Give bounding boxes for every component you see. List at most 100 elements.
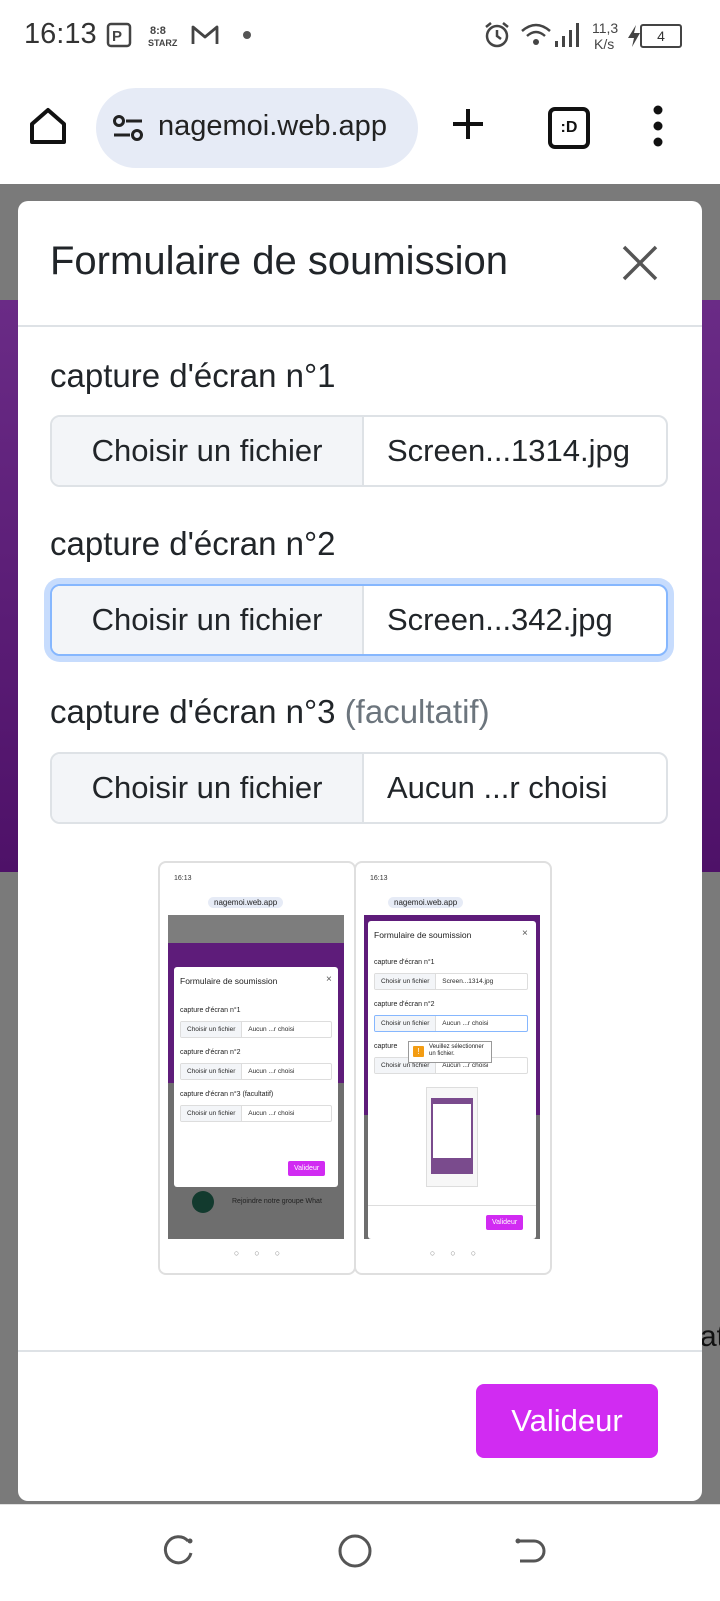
preview1-close: × xyxy=(326,974,332,985)
preview1-submit: Valideur xyxy=(288,1161,326,1176)
preview2-page: Formulaire de soumission × capture d'écr… xyxy=(364,915,540,1239)
preview2-label-1: capture d'écran n°1 xyxy=(374,959,435,966)
preview2-btn-1: Choisir un fichier xyxy=(375,974,437,989)
alarm-icon xyxy=(485,22,509,48)
home-nav-icon[interactable] xyxy=(336,1532,374,1570)
preview1-file-1: Aucun ...r choisi xyxy=(248,1026,295,1033)
url-text: nagemoi.web.app xyxy=(158,110,387,142)
preview1-file-2: Aucun ...r choisi xyxy=(248,1068,295,1075)
submission-modal: Formulaire de soumission capture d'écran… xyxy=(18,201,702,1501)
home-icon[interactable] xyxy=(26,104,70,148)
preview2-footer-divider xyxy=(368,1205,536,1206)
svg-text:STARZ: STARZ xyxy=(148,38,178,48)
recent-apps-icon[interactable] xyxy=(160,1533,196,1569)
notification-dot-icon xyxy=(243,31,251,39)
browser-toolbar: nagemoi.web.app :D xyxy=(0,72,720,184)
preview2-time: 16:13 xyxy=(370,875,388,882)
preview2-nested-modal xyxy=(433,1104,471,1158)
page-side-text: at xyxy=(700,1320,720,1353)
address-bar[interactable]: nagemoi.web.app xyxy=(96,88,418,168)
preview2-modal: Formulaire de soumission × capture d'écr… xyxy=(368,921,536,1239)
network-speed-unit: K/s xyxy=(594,36,615,52)
field-label-2-text: capture d'écran n°2 xyxy=(50,525,336,562)
preview-image-2: 16:13 nagemoi.web.app Formulaire de soum… xyxy=(354,861,552,1275)
choose-file-button-3[interactable]: Choisir un fichier xyxy=(52,754,364,822)
battery-level: 4 xyxy=(657,28,665,44)
system-nav-bar xyxy=(0,1504,720,1601)
modal-footer: Valideur xyxy=(18,1350,702,1501)
new-tab-icon[interactable] xyxy=(450,106,486,142)
submit-button[interactable]: Valideur xyxy=(476,1384,658,1458)
signal-icon xyxy=(555,23,579,47)
file-input-2[interactable]: Choisir un fichier Screen...342.jpg xyxy=(50,584,668,656)
notification-app-icon: P xyxy=(106,22,132,48)
field-label-1: capture d'écran n°1 xyxy=(50,357,336,395)
wifi-icon xyxy=(521,23,551,45)
file-input-3[interactable]: Choisir un fichier Aucun ...r choisi xyxy=(50,752,668,824)
preview2-tooltip-text: Veuillez sélectionner un fichier. xyxy=(429,1044,484,1057)
preview1-modal: Formulaire de soumission × capture d'écr… xyxy=(174,967,338,1187)
back-icon[interactable] xyxy=(512,1533,548,1569)
preview2-input-1: Choisir un fichier Screen...1314.jpg xyxy=(374,973,528,990)
preview1-input-2: Choisir un fichier Aucun ...r choisi xyxy=(180,1063,332,1080)
preview2-tooltip-warning-icon: ! xyxy=(413,1046,424,1057)
preview1-btn-1: Choisir un fichier xyxy=(181,1022,243,1037)
preview2-tooltip: ! Veuillez sélectionner un fichier. xyxy=(408,1041,492,1063)
preview1-page-header xyxy=(168,915,344,943)
preview1-page: Formulaire de soumission × capture d'écr… xyxy=(168,915,344,1239)
file-input-1[interactable]: Choisir un fichier Screen...1314.jpg xyxy=(50,415,668,487)
close-icon[interactable] xyxy=(616,239,664,287)
starz-icon: 8:8 STARZ xyxy=(148,25,178,48)
choose-file-button-1[interactable]: Choisir un fichier xyxy=(52,417,364,485)
status-bar: 16:13 P 8:8 STARZ 11,3 K/s 4 xyxy=(0,0,720,72)
preview1-label-2: capture d'écran n°2 xyxy=(180,1049,241,1056)
preview2-label-3: capture xyxy=(374,1043,398,1050)
modal-header: Formulaire de soumission xyxy=(18,201,702,327)
modal-title: Formulaire de soumission xyxy=(50,239,508,283)
field-label-2: capture d'écran n°2 xyxy=(50,525,336,563)
tab-switcher-label: :D xyxy=(560,119,578,136)
preview2-close: × xyxy=(522,928,528,939)
preview1-file-3: Aucun ...r choisi xyxy=(248,1110,295,1117)
preview2-url: nagemoi.web.app xyxy=(388,897,464,908)
preview2-navbar: ○ ○ ○ xyxy=(356,1241,550,1271)
preview-image-1: 16:13 nagemoi.web.app Formulaire de soum… xyxy=(158,861,356,1275)
status-time: 16:13 xyxy=(24,18,97,50)
preview1-btn-3: Choisir un fichier xyxy=(181,1106,243,1121)
preview2-input-2: Choisir un fichier Aucun ...r choisi xyxy=(374,1015,528,1032)
file-name-1: Screen...1314.jpg xyxy=(387,433,631,468)
preview1-title: Formulaire de soumission xyxy=(180,976,278,986)
preview1-input-3: Choisir un fichier Aucun ...r choisi xyxy=(180,1105,332,1122)
svg-text:8:8: 8:8 xyxy=(150,25,166,37)
tab-switcher-icon[interactable]: :D xyxy=(548,107,590,149)
preview1-time: 16:13 xyxy=(174,875,192,882)
more-menu-icon[interactable] xyxy=(652,104,664,148)
field-label-3-text: capture d'écran n°3 xyxy=(50,693,336,730)
preview1-url: nagemoi.web.app xyxy=(208,897,284,908)
preview2-file-3: Aucun ...r choisi xyxy=(442,1062,489,1069)
preview2-label-2: capture d'écran n°2 xyxy=(374,1001,435,1008)
preview1-btn-2: Choisir un fichier xyxy=(181,1064,243,1079)
svg-text:P: P xyxy=(112,28,122,45)
file-name-3: Aucun ...r choisi xyxy=(387,770,608,805)
file-name-2: Screen...342.jpg xyxy=(387,602,613,637)
field-label-1-text: capture d'écran n°1 xyxy=(50,357,336,394)
choose-file-button-2[interactable]: Choisir un fichier xyxy=(52,586,364,654)
network-speed-value: 11,3 xyxy=(592,20,619,36)
preview1-whatsapp-text: Rejoindre notre groupe What xyxy=(232,1198,322,1205)
preview1-navbar: ○ ○ ○ xyxy=(160,1241,354,1271)
preview2-title: Formulaire de soumission xyxy=(374,930,472,940)
preview1-input-1: Choisir un fichier Aucun ...r choisi xyxy=(180,1021,332,1038)
preview1-label-3: capture d'écran n°3 (facultatif) xyxy=(180,1091,274,1098)
preview2-submit: Valideur xyxy=(486,1215,524,1230)
preview2-file-1: Screen...1314.jpg xyxy=(442,978,494,985)
battery-icon: 4 xyxy=(640,24,682,48)
site-settings-icon[interactable] xyxy=(112,114,144,142)
preview2-file-2: Aucun ...r choisi xyxy=(442,1020,489,1027)
preview2-nested-screenshot xyxy=(426,1087,478,1187)
field-label-3-optional: (facultatif) xyxy=(344,693,490,730)
preview1-whatsapp-icon xyxy=(192,1191,214,1213)
preview1-label-1: capture d'écran n°1 xyxy=(180,1007,241,1014)
preview2-btn-2: Choisir un fichier xyxy=(375,1016,437,1031)
field-label-3: capture d'écran n°3 (facultatif) xyxy=(50,693,490,731)
